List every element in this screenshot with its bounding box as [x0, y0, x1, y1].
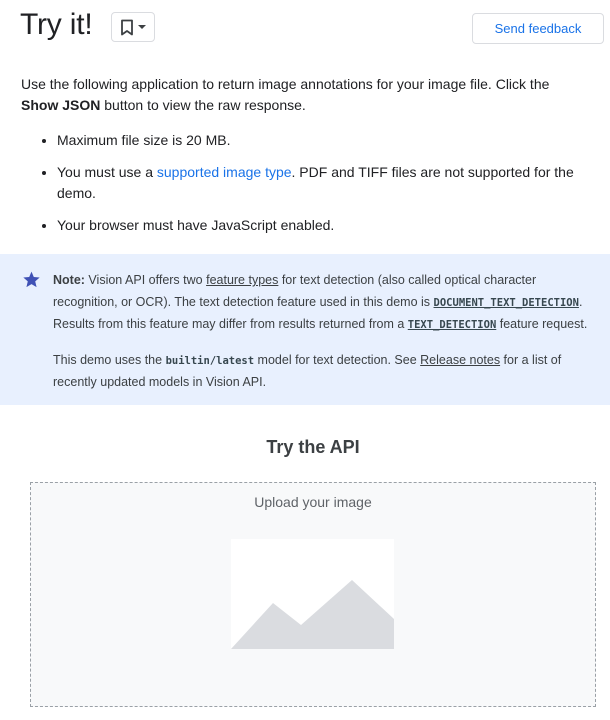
page-title: Try it!: [20, 8, 93, 41]
bookmark-icon: [120, 19, 133, 35]
dropdown-arrow-icon: [137, 25, 146, 29]
intro-text-after: button to view the raw response.: [100, 97, 306, 113]
note-label: Note:: [53, 273, 85, 287]
feature-types-link[interactable]: feature types: [206, 273, 278, 287]
note-paragraph-1: Note: Vision API offers two feature type…: [53, 270, 594, 337]
model-name-code: builtin/latest: [165, 354, 255, 367]
intro-text: Use the following application to return …: [21, 76, 550, 92]
bookmark-button[interactable]: [111, 12, 155, 42]
supported-image-type-link[interactable]: supported image type: [157, 164, 292, 180]
upload-dropzone[interactable]: Upload your image: [30, 482, 596, 707]
release-notes-link[interactable]: Release notes: [420, 353, 500, 367]
list-item: Maximum file size is 20 MB.: [57, 130, 596, 151]
requirement-javascript: Your browser must have JavaScript enable…: [57, 217, 335, 233]
note-paragraph-2: This demo uses the builtin/latest model …: [53, 350, 594, 394]
requirements-list: Maximum file size is 20 MB. You must use…: [21, 130, 596, 247]
intro-paragraph: Use the following application to return …: [21, 74, 591, 116]
note-text: model for text detection. See: [254, 352, 421, 367]
note-text: This demo uses the: [53, 352, 166, 367]
star-icon: [23, 271, 40, 288]
requirement-type-text: You must use a: [57, 164, 157, 180]
image-placeholder-icon: [231, 539, 394, 649]
text-detection-link[interactable]: TEXT_DETECTION: [408, 319, 497, 331]
note-text: feature request.: [496, 317, 588, 331]
try-api-heading: Try the API: [266, 437, 360, 457]
show-json-text: Show JSON: [21, 97, 101, 113]
note-callout: Note: Vision API offers two feature type…: [0, 254, 610, 405]
requirement-size: Maximum file size is 20 MB.: [57, 132, 231, 148]
list-item: Your browser must have JavaScript enable…: [57, 215, 596, 236]
upload-label: Upload your image: [254, 494, 372, 510]
list-item: You must use a supported image type. PDF…: [57, 162, 596, 204]
send-feedback-button[interactable]: Send feedback: [472, 13, 604, 44]
note-text: Vision API offers two: [84, 273, 207, 287]
document-text-detection-link[interactable]: DOCUMENT_TEXT_DETECTION: [434, 297, 579, 309]
